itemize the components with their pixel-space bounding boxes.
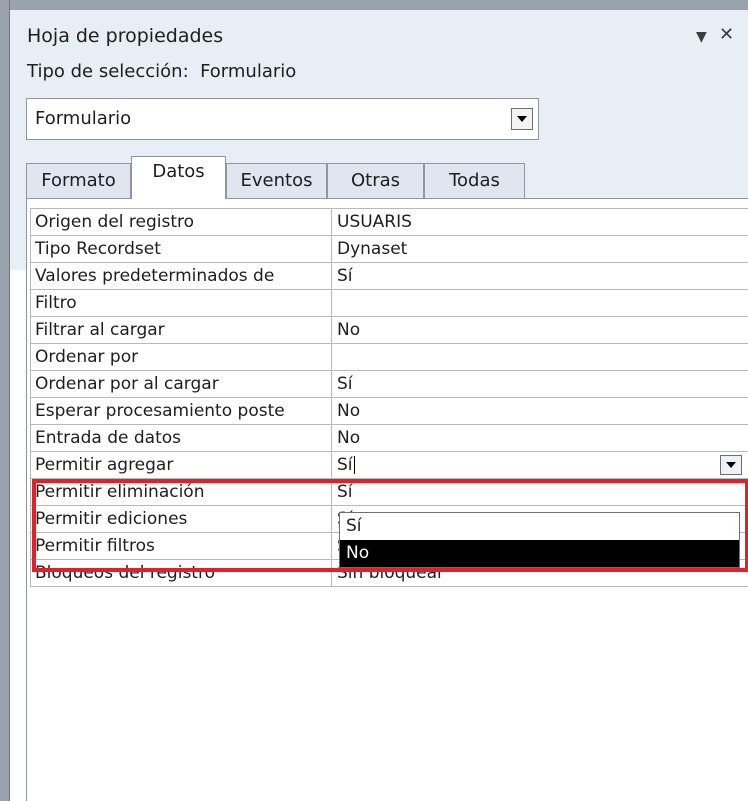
property-value[interactable]: Dynaset: [332, 236, 748, 262]
property-sheet-pane: Hoja de propiedades ▼ ✕ Tipo de selecció…: [10, 10, 748, 801]
property-row[interactable]: Esperar procesamiento poste No: [30, 398, 748, 425]
property-row[interactable]: Origen del registro USUARIS: [30, 208, 748, 236]
property-name: Permitir agregar: [30, 452, 332, 478]
window-top-border: [0, 0, 748, 10]
property-name: Entrada de datos: [30, 425, 332, 451]
property-value[interactable]: No: [332, 425, 748, 451]
property-value[interactable]: No: [332, 317, 748, 343]
tab-otras[interactable]: Otras: [327, 163, 424, 198]
property-name: Permitir eliminación: [30, 479, 332, 505]
property-value[interactable]: [332, 344, 748, 370]
property-row[interactable]: Valores predeterminados de Sí: [30, 263, 748, 290]
tab-eventos[interactable]: Eventos: [226, 163, 327, 198]
property-value[interactable]: USUARIS: [332, 209, 748, 235]
dropdown-option-si[interactable]: Sí: [340, 513, 739, 540]
property-value[interactable]: Sí: [332, 371, 748, 397]
chevron-down-icon[interactable]: [720, 455, 742, 475]
value-dropdown-list[interactable]: Sí No: [339, 512, 740, 568]
property-name: Esperar procesamiento poste: [30, 398, 332, 424]
property-name: Filtro: [30, 290, 332, 316]
text-caret: [353, 456, 355, 474]
tab-formato[interactable]: Formato: [26, 163, 131, 198]
triangle-down-icon[interactable]: ▼: [696, 27, 707, 47]
property-name: Ordenar por: [30, 344, 332, 370]
tab-todas[interactable]: Todas: [424, 163, 525, 198]
property-value[interactable]: [332, 290, 748, 316]
property-value-editor[interactable]: Sí: [332, 452, 748, 478]
property-row[interactable]: Filtro: [30, 290, 748, 317]
property-row[interactable]: Ordenar por al cargar Sí: [30, 371, 748, 398]
property-row-active[interactable]: Permitir agregar Sí: [30, 452, 748, 479]
property-row[interactable]: Ordenar por: [30, 344, 748, 371]
property-name: Permitir ediciones: [30, 506, 332, 532]
property-name: Filtrar al cargar: [30, 317, 332, 343]
property-value-text: Sí: [337, 455, 353, 475]
property-value[interactable]: No: [332, 398, 748, 424]
object-selector-value: Formulario: [35, 108, 132, 129]
property-name: Bloqueos del registro: [30, 560, 332, 586]
dropdown-option-no[interactable]: No: [340, 540, 739, 567]
property-value[interactable]: Sí: [332, 263, 748, 289]
object-selector-combo[interactable]: Formulario: [26, 98, 539, 140]
property-name: Origen del registro: [30, 209, 332, 235]
property-row[interactable]: Tipo Recordset Dynaset: [30, 236, 748, 263]
property-row[interactable]: Filtrar al cargar No: [30, 317, 748, 344]
pane-title: Hoja de propiedades: [27, 25, 224, 47]
property-name: Ordenar por al cargar: [30, 371, 332, 397]
close-icon[interactable]: ✕: [719, 25, 734, 45]
tab-datos[interactable]: Datos: [131, 156, 226, 199]
property-row[interactable]: Entrada de datos No: [30, 425, 748, 452]
property-value[interactable]: Sí: [332, 479, 748, 505]
property-name: Tipo Recordset: [30, 236, 332, 262]
selection-type-label: Tipo de selección: Formulario: [27, 61, 297, 82]
property-name: Valores predeterminados de: [30, 263, 332, 289]
property-name: Permitir filtros: [30, 533, 332, 559]
chevron-down-icon[interactable]: [511, 108, 533, 130]
property-row[interactable]: Permitir eliminación Sí: [30, 479, 748, 506]
window-left-border: [0, 0, 10, 801]
